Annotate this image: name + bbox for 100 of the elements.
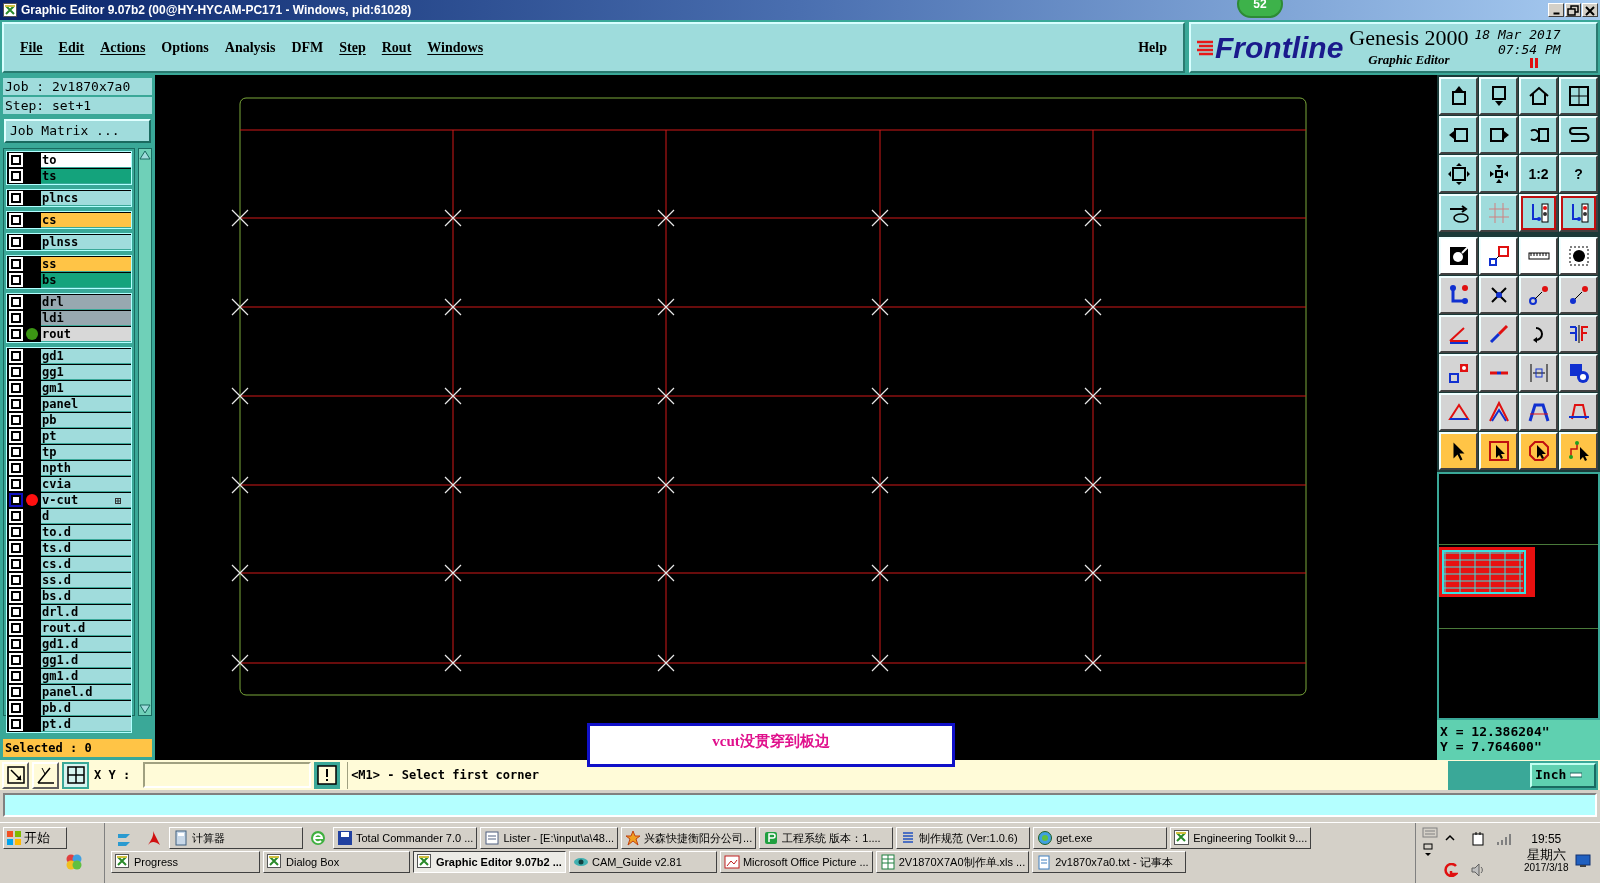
window-control-button[interactable]: [1582, 3, 1598, 17]
menu-item[interactable]: Rout: [377, 37, 416, 58]
layer-toggle[interactable]: [9, 295, 23, 309]
layer-name[interactable]: pt.d: [41, 716, 131, 732]
layer-toggle[interactable]: [9, 557, 23, 571]
layer-name[interactable]: gg1: [41, 364, 131, 380]
layer-name[interactable]: ts.d: [41, 540, 131, 556]
start-button[interactable]: 开始: [3, 827, 67, 849]
layer-name[interactable]: tp: [41, 444, 131, 460]
layer-toggle[interactable]: [9, 621, 23, 635]
menu-item[interactable]: File: [16, 37, 47, 58]
layer-name[interactable]: cs: [41, 212, 131, 228]
layer-toggle[interactable]: [9, 381, 23, 395]
layer-name[interactable]: plnss: [41, 234, 131, 250]
layer-name[interactable]: npth: [41, 460, 131, 476]
layer-toggle[interactable]: [9, 169, 23, 183]
layer-name[interactable]: to: [41, 152, 131, 168]
layer-name[interactable]: bs.d: [41, 588, 131, 604]
taskbar-button[interactable]: 兴森快捷衡阳分公司...: [621, 827, 757, 849]
layer-toggle[interactable]: [9, 541, 23, 555]
layer-toggle[interactable]: [9, 413, 23, 427]
layer-name[interactable]: v-cut: [41, 492, 131, 508]
layer-toggle[interactable]: [9, 349, 23, 363]
window-control-button[interactable]: [1548, 3, 1564, 17]
layer-toggle[interactable]: [9, 653, 23, 667]
taskbar-button[interactable]: 2V1870X7A0制作单.xls ...: [875, 851, 1030, 873]
layer-name[interactable]: rout.d: [41, 620, 131, 636]
layer-name[interactable]: gg1.d: [41, 652, 131, 668]
layer-name[interactable]: ldi: [41, 310, 131, 326]
desktop-icon[interactable]: [1574, 854, 1591, 868]
speaker-icon[interactable]: [1470, 862, 1486, 879]
units-dropdown[interactable]: Inch: [1530, 762, 1596, 788]
taskbar-button[interactable]: Lister - [E:\input\a\48...: [480, 827, 619, 849]
confirm-button[interactable]: [314, 761, 341, 789]
scroll-up-icon[interactable]: [139, 149, 151, 161]
layer-toggle[interactable]: [9, 273, 23, 287]
letter-g-icon[interactable]: [1444, 863, 1458, 878]
taskbar-button[interactable]: Total Commander 7.0 ...: [333, 827, 478, 849]
layer-toggle[interactable]: [9, 461, 23, 475]
scrollbar[interactable]: [138, 148, 152, 716]
layer-toggle[interactable]: [9, 605, 23, 619]
layer-toggle[interactable]: [9, 509, 23, 523]
layer-name[interactable]: panel: [41, 396, 131, 412]
layer-name[interactable]: gm1.d: [41, 668, 131, 684]
layer-name[interactable]: drl: [41, 294, 131, 310]
layer-toggle[interactable]: [9, 397, 23, 411]
layer-name[interactable]: gm1: [41, 380, 131, 396]
menu-item[interactable]: Windows: [423, 37, 488, 58]
menu-item[interactable]: DFM: [287, 37, 328, 58]
layer-name[interactable]: drl.d: [41, 604, 131, 620]
taskbar-button[interactable]: get.exe: [1033, 827, 1168, 849]
layer-name[interactable]: pb.d: [41, 700, 131, 716]
layer-toggle[interactable]: [9, 429, 23, 443]
layer-toggle[interactable]: [9, 445, 23, 459]
menu-item[interactable]: Edit: [54, 37, 89, 58]
help-menu[interactable]: Help: [1138, 37, 1167, 58]
tool-button[interactable]: [62, 761, 89, 789]
browser-icon[interactable]: [309, 829, 327, 847]
taskbar-button[interactable]: Microsoft Office Picture ...: [719, 851, 873, 873]
layer-toggle[interactable]: [9, 717, 23, 731]
layer-toggle[interactable]: [9, 701, 23, 715]
layer-name[interactable]: ss: [41, 256, 131, 272]
colored-circles-icon[interactable]: [65, 853, 83, 871]
layer-name[interactable]: bs: [41, 272, 131, 288]
menu-item[interactable]: Analysis: [220, 37, 280, 58]
layer-toggle[interactable]: [9, 191, 23, 205]
layer-toggle[interactable]: [9, 685, 23, 699]
taskbar-button[interactable]: CAM_Guide v2.81: [568, 851, 717, 873]
layer-name[interactable]: ss.d: [41, 572, 131, 588]
layer-name[interactable]: ts: [41, 168, 131, 184]
layer-toggle[interactable]: [9, 573, 23, 587]
job-matrix-button[interactable]: Job Matrix ...: [4, 119, 151, 143]
layer-name[interactable]: cvia: [41, 476, 131, 492]
layer-name[interactable]: panel.d: [41, 684, 131, 700]
menu-item[interactable]: Step: [335, 37, 370, 58]
layer-name[interactable]: gd1: [41, 348, 131, 364]
layer-name[interactable]: cs.d: [41, 556, 131, 572]
layer-toggle[interactable]: [9, 669, 23, 683]
layer-toggle[interactable]: [9, 477, 23, 491]
taskbar-button[interactable]: Engineering Toolkit 9....: [1170, 827, 1312, 849]
restore-down-icon[interactable]: [1422, 842, 1434, 858]
taskbar-button[interactable]: 工程系统 版本：1....: [759, 827, 894, 849]
signal-bars-icon[interactable]: [1496, 831, 1514, 846]
layer-toggle[interactable]: [9, 153, 23, 167]
layer-name[interactable]: d: [41, 508, 131, 524]
layer-toggle[interactable]: [9, 311, 23, 325]
tool-button[interactable]: 1:2: [1519, 155, 1558, 193]
scroll-down-icon[interactable]: [139, 703, 151, 715]
menu-item[interactable]: Actions: [96, 37, 150, 58]
layer-toggle[interactable]: [9, 493, 23, 507]
taskbar-button[interactable]: 计算器: [169, 827, 303, 849]
layer-toggle[interactable]: [9, 257, 23, 271]
tool-button[interactable]: ?: [1559, 155, 1598, 193]
taskbar-button[interactable]: 2v1870x7a0.txt - 记事本: [1032, 851, 1187, 873]
layer-name[interactable]: rout: [41, 326, 131, 342]
menu-item[interactable]: Options: [157, 37, 213, 58]
coordinate-input[interactable]: [143, 762, 312, 788]
layer-toggle[interactable]: [9, 327, 23, 341]
layer-toggle[interactable]: [9, 213, 23, 227]
layer-toggle[interactable]: [9, 525, 23, 539]
